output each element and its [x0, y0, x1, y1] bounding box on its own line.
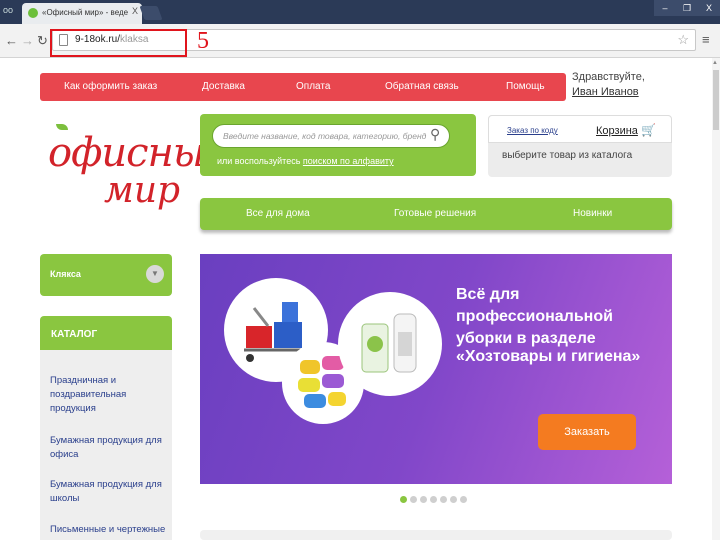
search-panel: Введите название, код товара, категорию,… [200, 114, 476, 176]
banner-category: «Хозтовары и гигиена» [456, 348, 641, 365]
nav-help[interactable]: Помощь [506, 81, 545, 92]
nav-payment[interactable]: Оплата [296, 81, 330, 92]
carousel-dot[interactable] [410, 496, 417, 503]
catalog-header: КАТАЛОГ [40, 316, 172, 350]
search-icon[interactable]: ⚲ [430, 126, 440, 143]
search-input[interactable]: Введите название, код товара, категорию,… [212, 124, 450, 148]
banner-line1: Всё для профессиональной [456, 286, 613, 325]
chevron-down-icon[interactable]: ▼ [146, 265, 164, 283]
carousel-dot[interactable] [460, 496, 467, 503]
slide-number: 5 [197, 28, 209, 54]
catnav-new[interactable]: Новинки [573, 208, 612, 219]
catalog-list: Праздничная и поздравительная продукция … [40, 350, 172, 540]
forward-arrow-icon[interactable]: → [21, 33, 34, 48]
catalog-item-writing[interactable]: Письменные и чертежные [50, 523, 168, 537]
new-tab-button[interactable] [139, 6, 163, 20]
carousel-dot[interactable] [440, 496, 447, 503]
carousel-dot[interactable] [450, 496, 457, 503]
city-value: Кляксa [50, 269, 81, 279]
city-select[interactable]: Кляксa ▼ [40, 254, 172, 296]
back-arrow-icon[interactable]: ← [5, 33, 18, 48]
catalog-item-holiday[interactable]: Праздничная и поздравительная продукция [50, 374, 168, 416]
bookmark-star-icon[interactable]: ☆ [677, 32, 689, 48]
page-scrollbar[interactable] [712, 58, 720, 540]
carousel-dot[interactable] [420, 496, 427, 503]
cart-hint: выберите товар из каталога [502, 150, 633, 161]
cart-header: Заказ по коду Корзина 🛒 [488, 115, 672, 143]
banner-line2: уборки в разделе [456, 330, 596, 347]
nav-feedback[interactable]: Обратная связь [385, 81, 459, 92]
catalog-item-school-paper[interactable]: Бумажная продукция для школы [50, 478, 168, 506]
bottom-panel [200, 530, 672, 540]
greeting-text: Здравствуйте, [572, 71, 645, 83]
order-by-code-link[interactable]: Заказ по коду [507, 126, 558, 135]
catnav-solutions[interactable]: Готовые решения [394, 208, 476, 219]
minimize-button[interactable]: ‒ [654, 0, 676, 16]
profile-icon[interactable]: oo [3, 5, 13, 15]
scroll-thumb[interactable] [713, 70, 719, 130]
favicon-icon [28, 8, 38, 18]
carousel-dot[interactable] [400, 496, 407, 503]
promo-banner[interactable]: Всё для профессиональной уборки в раздел… [200, 254, 672, 484]
menu-icon[interactable]: ≡ [702, 32, 710, 47]
user-name-link[interactable]: Иван Иванов [572, 86, 639, 98]
catalog-item-office-paper[interactable]: Бумажная продукция для офиса [50, 434, 168, 462]
cart-panel: Заказ по коду Корзина 🛒 выберите товар и… [488, 115, 672, 177]
banner-headline: Всё для профессиональной уборки в раздел… [456, 284, 672, 350]
order-button[interactable]: Заказать [538, 414, 636, 450]
shopping-cart-icon[interactable]: 🛒 [641, 123, 656, 137]
tab-title: «Офисный мир» - веде [42, 8, 129, 17]
browser-titlebar: oo «Офисный мир» - веде X ‒ ❐ X [0, 0, 720, 24]
nav-delivery[interactable]: Доставка [202, 81, 245, 92]
category-navigation: Все для дома Готовые решения Новинки [200, 198, 672, 230]
alphabet-search-link[interactable]: поиском по алфавиту [303, 156, 394, 166]
site-logo[interactable]: офисный мир [44, 120, 230, 230]
cart-link[interactable]: Корзина [596, 125, 638, 137]
nav-how-to-order[interactable]: Как оформить заказ [64, 81, 157, 92]
top-navigation: Как оформить заказ Доставка Оплата Обрат… [40, 73, 566, 101]
maximize-button[interactable]: ❐ [676, 0, 698, 16]
browser-tab[interactable]: «Офисный мир» - веде X [22, 3, 142, 24]
address-highlight-box [50, 29, 187, 57]
tab-close-icon[interactable]: X [132, 6, 138, 16]
close-window-button[interactable]: X [698, 0, 720, 16]
reload-icon[interactable]: ↻ [37, 33, 48, 49]
carousel-dot[interactable] [430, 496, 437, 503]
scroll-up-arrow-icon[interactable]: ▲ [712, 60, 718, 66]
search-hint-prefix: или воспользуйтесь [217, 156, 301, 166]
catalog-title: КАТАЛОГ [51, 329, 98, 340]
search-hint: или воспользуйтесь поиском по алфавиту [217, 156, 394, 166]
logo-line2: мир [104, 170, 181, 211]
air-freshener-image [338, 292, 442, 396]
catnav-home[interactable]: Все для дома [246, 208, 310, 219]
